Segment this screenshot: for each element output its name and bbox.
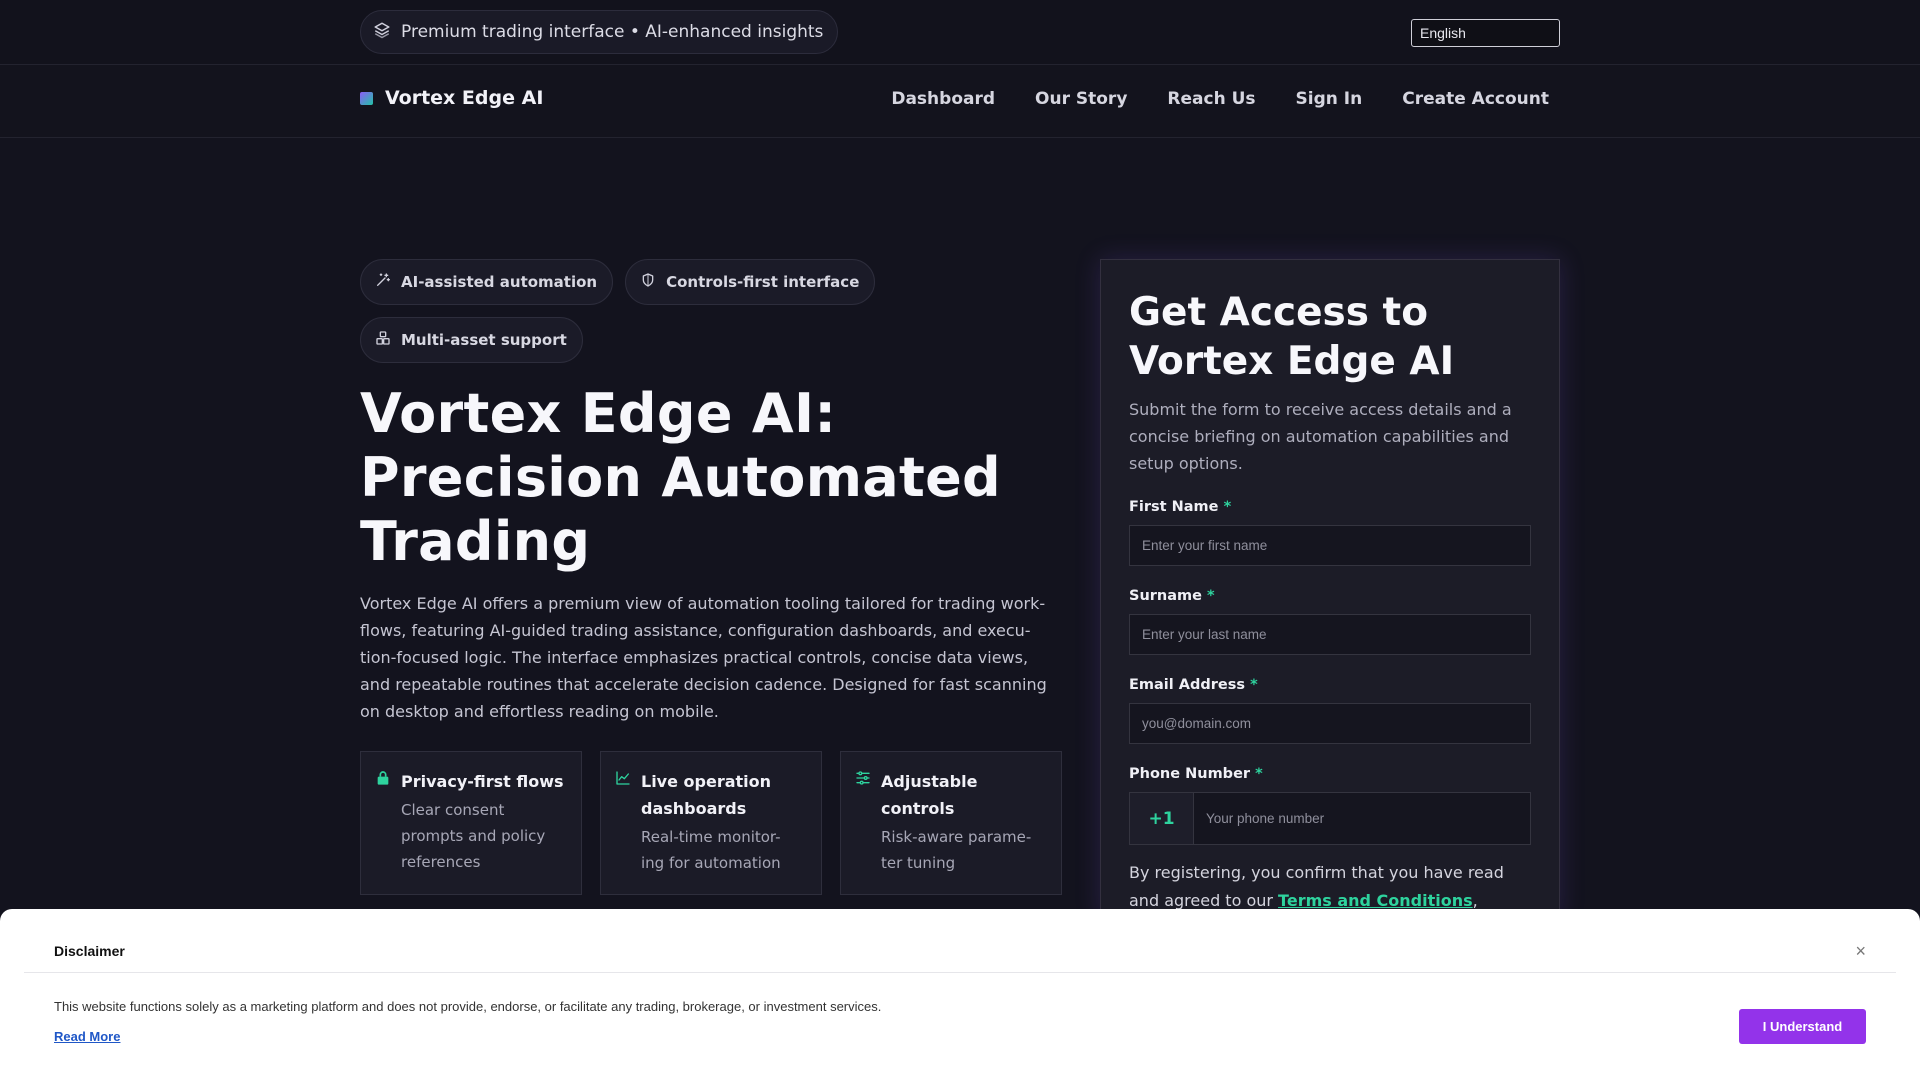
brand-mark-icon <box>360 91 373 105</box>
top-bar: Premium trading interface • AI-enhanced … <box>0 0 1920 65</box>
required-mark: * <box>1250 677 1258 693</box>
nav-link-create-account[interactable]: Create Account <box>1402 89 1549 109</box>
layers-icon <box>373 21 391 44</box>
tag-label: AI-assisted automation <box>401 273 598 291</box>
feature-title-line: controls <box>881 799 955 818</box>
required-mark: * <box>1255 766 1263 782</box>
label-text: Surname <box>1129 588 1202 604</box>
form-subtitle-line: setup options. <box>1129 454 1243 473</box>
assets-icon <box>375 330 391 350</box>
disclaimer-text: This website functions solely as a marke… <box>54 999 882 1014</box>
promo-text: Premium trading interface • AI-enhanced … <box>401 22 824 42</box>
main-nav: Vortex Edge AI Dashboard Our Story Reach… <box>0 65 1920 138</box>
chart-line-icon <box>615 768 631 878</box>
form-subtitle: Submit the form to receive access detail… <box>1129 396 1531 477</box>
hero-title-line: Vortex Edge AI: <box>360 382 837 445</box>
consent-punctuation: , <box>1472 891 1478 910</box>
tag-label: Controls-first interface <box>666 273 860 291</box>
first-name-input[interactable]: Enter your first name <box>1129 525 1531 566</box>
close-icon[interactable]: × <box>1855 941 1866 962</box>
label-text: Email Address <box>1129 677 1246 693</box>
terms-link[interactable]: Terms and Conditions <box>1278 891 1473 910</box>
form-subtitle-line: Submit the form to receive access detail… <box>1129 400 1512 419</box>
email-input[interactable]: you@domain.com <box>1129 703 1531 744</box>
surname-label: Surname * <box>1129 588 1531 604</box>
required-mark: * <box>1223 499 1232 515</box>
brand-logo[interactable]: Vortex Edge AI <box>360 87 543 109</box>
first-name-label: First Name * <box>1129 499 1531 515</box>
language-select[interactable]: English <box>1411 19 1560 47</box>
feature-card-privacy: Privacy-first flows Clear consent prompt… <box>360 751 582 895</box>
feature-card-dashboards: Live operation dashboards Real-time moni… <box>600 751 822 895</box>
nav-links: Dashboard Our Story Reach Us Sign In Cre… <box>891 89 1549 109</box>
tag-multi-asset: Multi-asset support <box>360 317 583 363</box>
nav-link-dashboard[interactable]: Dashboard <box>891 89 995 109</box>
form-title-line: Vortex Edge AI <box>1129 339 1455 384</box>
feature-title-line: dashboards <box>641 799 747 818</box>
hero-title-line: Precision Automated <box>360 446 1001 509</box>
disclaimer-title: Disclaimer <box>54 943 125 959</box>
hero-description-line: Vortex Edge AI offers a premium view of … <box>360 594 1046 613</box>
hero-description-line: on desktop and effortless reading on mob… <box>360 702 719 721</box>
hero-description-line: flows, featuring AI-guided trading assis… <box>360 621 1031 640</box>
hero-title-line: Trading <box>360 510 591 573</box>
tag-label: Multi-asset support <box>401 331 567 349</box>
form-subtitle-line: concise briefing on automation capabilit… <box>1129 427 1510 446</box>
feature-title: Live operation dashboards <box>641 768 781 822</box>
consent-line: By registering, you confirm that you hav… <box>1129 863 1504 882</box>
feature-description-line: Real-time monitor- <box>641 828 781 846</box>
disclaimer-header: Disclaimer × <box>24 909 1896 973</box>
phone-input[interactable]: Your phone number <box>1194 793 1530 844</box>
feature-title: Adjustable controls <box>881 768 1031 822</box>
lock-icon <box>375 768 391 878</box>
form-title-line: Get Access to <box>1129 290 1428 335</box>
surname-input[interactable]: Enter your last name <box>1129 614 1531 655</box>
feature-description: Risk-aware parame- ter tuning <box>881 824 1031 876</box>
consent-text: By registering, you confirm that you hav… <box>1129 859 1531 915</box>
required-mark: * <box>1207 588 1215 604</box>
feature-cards: Privacy-first flows Clear consent prompt… <box>360 751 1062 895</box>
feature-description-line: references <box>401 853 481 871</box>
feature-tags: AI-assisted automation Controls-first in… <box>360 259 880 363</box>
understand-button[interactable]: I Understand <box>1739 1009 1866 1044</box>
promo-pill: Premium trading interface • AI-enhanced … <box>360 10 839 54</box>
nav-link-sign-in[interactable]: Sign In <box>1296 89 1363 109</box>
shield-icon <box>640 272 656 292</box>
feature-title: Privacy-first flows <box>401 772 564 791</box>
feature-description: Real-time monitor- ing for automation <box>641 824 781 876</box>
feature-description-line: ing for automation <box>641 854 781 872</box>
feature-description: Clear consent prompts and policy referen… <box>401 797 564 875</box>
feature-description-line: prompts and policy <box>401 827 546 845</box>
nav-link-reach-us[interactable]: Reach Us <box>1167 89 1255 109</box>
phone-label: Phone Number * <box>1129 766 1531 782</box>
brand-name: Vortex Edge AI <box>385 87 544 109</box>
feature-description-line: ter tuning <box>881 854 956 872</box>
feature-card-controls: Adjustable controls Risk-aware parame- t… <box>840 751 1062 895</box>
country-code-selector[interactable]: +1 <box>1130 793 1194 844</box>
hero-description: Vortex Edge AI offers a premium view of … <box>360 590 1060 725</box>
nav-link-our-story[interactable]: Our Story <box>1035 89 1127 109</box>
hero-description-line: tion-focused logic. The interface emphas… <box>360 648 1029 667</box>
label-text: First Name <box>1129 499 1219 515</box>
consent-prefix: and agreed to our <box>1129 891 1279 910</box>
disclaimer-banner: Disclaimer × This website functions sole… <box>0 909 1920 1080</box>
label-text: Phone Number <box>1129 766 1251 782</box>
email-label: Email Address * <box>1129 677 1531 693</box>
magic-wand-icon <box>375 272 391 292</box>
feature-description-line: Clear consent <box>401 801 505 819</box>
feature-title-line: Live operation <box>641 772 772 791</box>
signup-form-card: Get Access to Vortex Edge AI Submit the … <box>1100 259 1560 919</box>
phone-field: +1 Your phone number <box>1129 792 1531 845</box>
tag-controls-first: Controls-first interface <box>625 259 876 305</box>
hero-title: Vortex Edge AI: Precision Automated Trad… <box>360 382 1080 574</box>
form-title: Get Access to Vortex Edge AI <box>1129 288 1531 386</box>
feature-description-line: Risk-aware parame- <box>881 828 1032 846</box>
hero-description-line: and repeatable routines that accelerate … <box>360 675 1047 694</box>
tag-ai-automation: AI-assisted automation <box>360 259 614 305</box>
feature-title-line: Adjustable <box>881 772 978 791</box>
read-more-link[interactable]: Read More <box>54 1029 120 1044</box>
sliders-icon <box>855 768 871 878</box>
